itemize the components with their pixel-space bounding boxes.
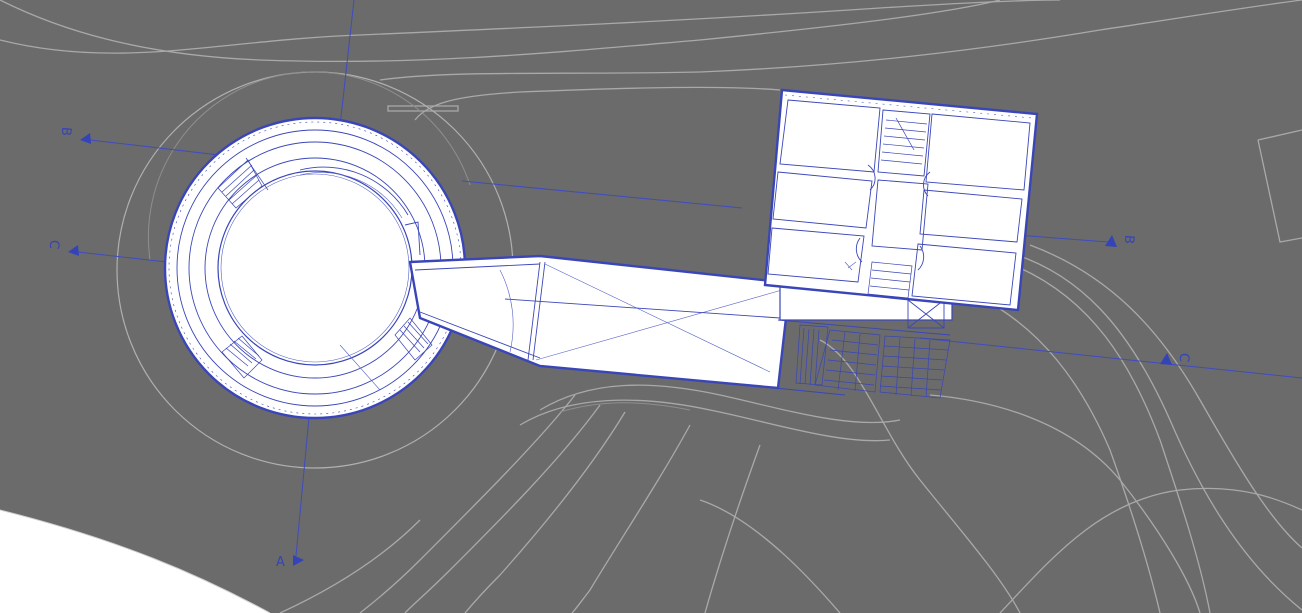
external-stairs <box>795 324 951 399</box>
site-plan-drawing: B C A B C <box>0 0 1302 613</box>
rectangular-building <box>763 88 1039 312</box>
section-label: B <box>1121 234 1137 244</box>
section-label: A <box>276 555 285 570</box>
marker-c-left: C <box>46 239 79 256</box>
section-arrow-icon <box>80 133 91 144</box>
marker-c-right: C <box>1160 352 1191 365</box>
section-arrow-icon <box>293 555 304 566</box>
marker-a-bottom: A <box>276 555 304 570</box>
section-label: B <box>58 126 74 136</box>
outside-site-area <box>0 510 270 613</box>
marker-b-right: B <box>1105 234 1136 247</box>
marker-b-left: B <box>58 126 91 144</box>
section-arrow-icon <box>68 245 79 256</box>
section-label: C <box>46 239 62 249</box>
section-arrow-icon <box>1105 235 1117 247</box>
section-label: C <box>1176 352 1192 362</box>
